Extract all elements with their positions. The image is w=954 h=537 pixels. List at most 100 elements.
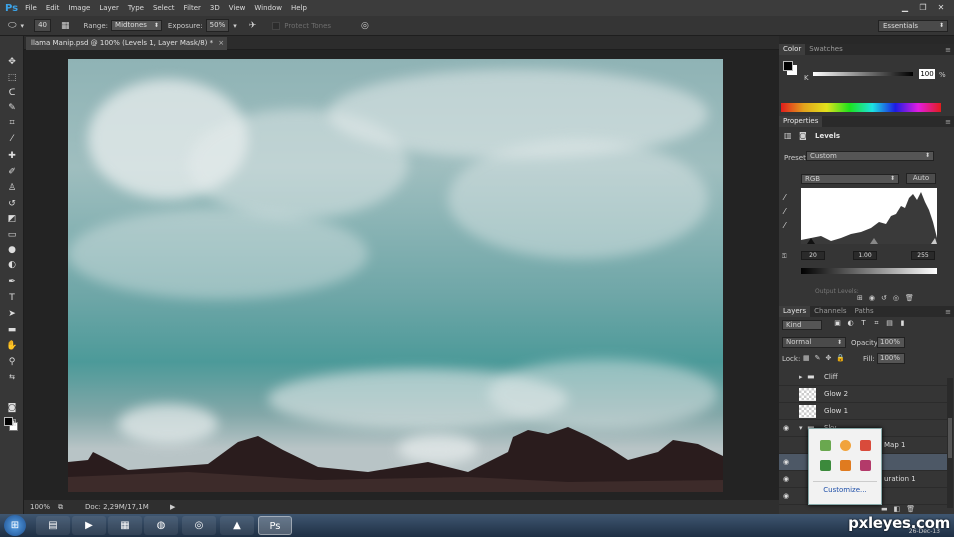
shape-filter-icon[interactable]: ⌗ — [870, 319, 883, 328]
brush-size-box[interactable]: 40 — [34, 19, 51, 32]
white-point-eyedropper-icon[interactable]: ⁄ — [784, 221, 785, 230]
eyedropper-tool-icon[interactable]: ⁄ — [5, 133, 19, 145]
gray-point-eyedropper-icon[interactable]: ⁄ — [784, 207, 785, 216]
layers-scrollbar[interactable] — [947, 378, 953, 508]
pen-tool-icon[interactable]: ✒ — [5, 276, 19, 288]
menu-select[interactable]: Select — [153, 4, 175, 12]
photoshop-taskbar-icon[interactable]: Ps — [258, 516, 292, 535]
color-spectrum[interactable] — [781, 103, 941, 112]
document-tab[interactable]: llama Manip.psd @ 100% (Levels 1, Layer … — [26, 37, 228, 50]
delete-layer-icon[interactable]: 🗑 — [906, 505, 915, 513]
input-gamma-input[interactable]: 1.00 — [853, 251, 877, 260]
tray-app-icon[interactable] — [840, 440, 851, 451]
blend-mode-select[interactable]: Normal — [782, 337, 846, 348]
marquee-tool-icon[interactable]: ⬚ — [5, 72, 19, 84]
auto-button[interactable]: Auto — [906, 173, 936, 184]
lasso-tool-icon[interactable]: ᑕ — [5, 87, 19, 99]
explorer-icon[interactable]: ▤ — [36, 516, 70, 535]
tray-app-icon[interactable] — [840, 460, 851, 471]
calculator-icon[interactable]: ▦ — [108, 516, 142, 535]
scrollbar-thumb[interactable] — [948, 418, 952, 458]
media-player-icon[interactable]: ▶ — [72, 516, 106, 535]
filter-toggle-icon[interactable]: ▮ — [896, 319, 909, 328]
delete-icon[interactable]: 🗑 — [905, 294, 914, 302]
image-canvas[interactable] — [68, 59, 723, 492]
visibility-toggle[interactable] — [783, 390, 792, 399]
eye-icon[interactable]: ◉ — [783, 458, 792, 467]
status-menu-arrow-icon[interactable]: ▶ — [170, 503, 175, 511]
levels-histogram[interactable] — [801, 188, 937, 244]
range-select[interactable]: Midtones — [111, 20, 162, 31]
workspace-select[interactable]: Essentials — [878, 20, 948, 32]
foreground-color-swatch[interactable] — [4, 417, 13, 426]
gradient-tool-icon[interactable]: ▭ — [5, 229, 19, 241]
hand-tool-icon[interactable]: ✋ — [5, 340, 19, 352]
menu-edit[interactable]: Edit — [46, 4, 60, 12]
shape-tool-icon[interactable]: ▬ — [5, 324, 19, 336]
visibility-toggle[interactable] — [783, 441, 792, 450]
menu-help[interactable]: Help — [291, 4, 307, 12]
restore-icon[interactable]: ❐ — [914, 2, 932, 13]
channel-select[interactable]: RGB — [801, 174, 899, 184]
pixel-filter-icon[interactable]: ▣ — [831, 319, 844, 328]
close-tab-icon[interactable]: × — [218, 37, 224, 50]
crop-tool-icon[interactable]: ⌗ — [5, 117, 19, 129]
tray-app-icon[interactable] — [860, 460, 871, 471]
swap-colors-icon[interactable]: ⇆ — [5, 371, 19, 383]
pressure-icon[interactable]: ◎ — [361, 21, 369, 31]
brush-panel-icon[interactable]: ▦ — [61, 21, 70, 31]
layer-row-glow-1[interactable]: Glow 1 — [779, 403, 947, 420]
protect-tones-checkbox[interactable] — [272, 21, 281, 30]
menu-image[interactable]: Image — [68, 4, 90, 12]
airbrush-icon[interactable]: ✈ — [249, 21, 257, 31]
tab-channels[interactable]: Channels — [810, 306, 850, 317]
menu-window[interactable]: Window — [254, 4, 282, 12]
move-tool-icon[interactable]: ✥ — [5, 56, 19, 68]
tray-app-icon[interactable] — [820, 440, 831, 451]
reset-icon[interactable]: ↺ — [881, 294, 887, 302]
output-levels-gradient[interactable] — [801, 268, 937, 274]
zoom-level[interactable]: 100% — [30, 503, 50, 511]
layer-row-glow-2[interactable]: Glow 2 — [779, 386, 947, 403]
dodge-tool-icon[interactable]: ⬭ — [8, 20, 17, 31]
k-value-input[interactable]: 100 — [919, 69, 935, 79]
new-group-icon[interactable]: ▬ — [881, 505, 888, 513]
tool-preset-chevron-down-icon[interactable]: ▾ — [21, 22, 25, 30]
vlc-icon[interactable]: ▲ — [220, 516, 254, 535]
lock-position-icon[interactable]: ✥ — [826, 354, 832, 362]
chrome-icon[interactable]: ◎ — [182, 516, 216, 535]
eraser-tool-icon[interactable]: ◩ — [5, 213, 19, 225]
fill-input[interactable]: 100% — [877, 353, 905, 364]
clone-stamp-icon[interactable]: ♙ — [5, 182, 19, 194]
canvas-area[interactable] — [24, 50, 779, 500]
panel-menu-icon[interactable]: ≡ — [945, 118, 951, 126]
quick-mask-icon[interactable]: ◙ — [5, 402, 19, 414]
share-icon[interactable]: ⧉ — [58, 503, 63, 512]
layer-row-cliff[interactable]: ▸ ▬ Cliff — [779, 369, 947, 386]
layer-kind-filter[interactable]: Kind — [782, 320, 822, 330]
path-select-icon[interactable]: ➤ — [5, 308, 19, 320]
input-black-input[interactable]: 20 — [801, 251, 825, 260]
close-icon[interactable]: ✕ — [932, 2, 950, 13]
lock-pixels-icon[interactable]: ✎ — [815, 354, 821, 362]
visibility-toggle[interactable] — [783, 373, 792, 382]
type-tool-icon[interactable]: T — [5, 292, 19, 304]
start-button[interactable]: ⊞ — [4, 515, 26, 536]
menu-view[interactable]: View — [229, 4, 246, 12]
menu-type[interactable]: Type — [128, 4, 144, 12]
black-point-eyedropper-icon[interactable]: ⁄ — [784, 193, 785, 202]
exposure-chevron-down-icon[interactable]: ▾ — [233, 22, 237, 30]
customize-link[interactable]: Customize... — [809, 486, 881, 494]
tray-app-icon[interactable] — [860, 440, 871, 451]
menu-file[interactable]: File — [25, 4, 37, 12]
eye-icon[interactable]: ◉ — [783, 492, 792, 501]
zoom-tool-icon[interactable]: ⚲ — [5, 356, 19, 368]
menu-filter[interactable]: Filter — [184, 4, 201, 12]
network-app-icon[interactable]: ◍ — [144, 516, 178, 535]
color-fg-swatch[interactable] — [783, 61, 793, 71]
tab-paths[interactable]: Paths — [851, 306, 878, 317]
lock-transparent-icon[interactable]: ▦ — [803, 354, 810, 362]
clip-warning-icon[interactable]: ⚿ — [782, 253, 787, 261]
document-size[interactable]: Doc: 2,29M/17,1M — [85, 503, 149, 511]
menu-3d[interactable]: 3D — [210, 4, 220, 12]
